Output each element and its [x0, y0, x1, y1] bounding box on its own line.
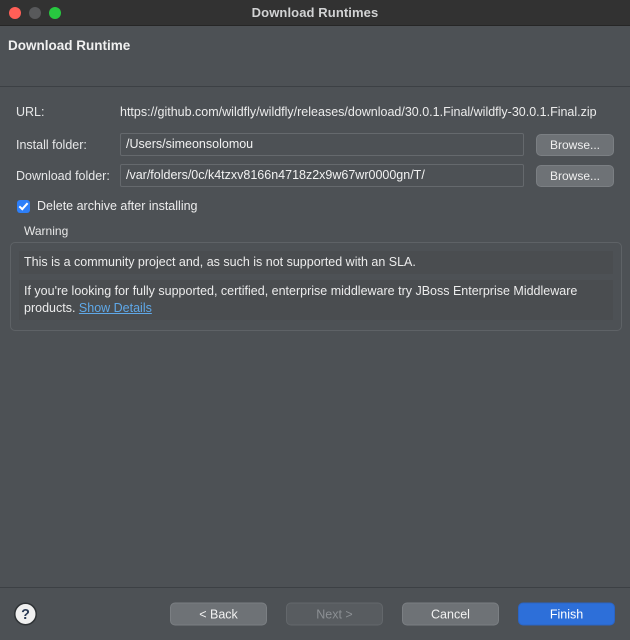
- svg-text:?: ?: [21, 607, 30, 623]
- close-button[interactable]: [9, 6, 21, 19]
- download-runtimes-dialog: Download Runtimes Download Runtime URL: …: [0, 0, 630, 640]
- warning-group-box: This is a community project and, as such…: [10, 242, 622, 331]
- delete-archive-checkbox[interactable]: [17, 199, 30, 213]
- download-folder-row: Download folder: Browse...: [16, 164, 614, 187]
- dialog-footer: ? < Back Next > Cancel Finish: [0, 587, 630, 640]
- download-folder-browse-button[interactable]: Browse...: [536, 164, 614, 187]
- warning-group: Warning This is a community project and,…: [10, 224, 622, 331]
- download-folder-label: Download folder:: [16, 168, 110, 183]
- url-row: URL: https://github.com/wildfly/wildfly/…: [16, 101, 614, 123]
- install-folder-label: Install folder:: [16, 137, 87, 152]
- page-title: Download Runtime: [8, 38, 131, 53]
- help-icon[interactable]: ?: [14, 602, 37, 626]
- warning-group-title: Warning: [24, 224, 69, 238]
- url-label: URL:: [16, 105, 45, 119]
- install-folder-input[interactable]: [120, 133, 524, 156]
- back-button[interactable]: < Back: [170, 602, 267, 626]
- title-bar: Download Runtimes: [0, 0, 630, 26]
- url-value: https://github.com/wildfly/wildfly/relea…: [120, 105, 597, 119]
- warning-line-2: If you're looking for fully supported, c…: [19, 280, 613, 320]
- dialog-body: URL: https://github.com/wildfly/wildfly/…: [0, 87, 630, 587]
- window-controls: [9, 0, 61, 25]
- wizard-button-bar: < Back Next > Cancel Finish: [170, 602, 615, 626]
- delete-archive-checkbox-row[interactable]: Delete archive after installing: [17, 199, 614, 213]
- warning-line-1: This is a community project and, as such…: [19, 251, 613, 274]
- download-form: URL: https://github.com/wildfly/wildfly/…: [0, 87, 630, 213]
- install-folder-browse-button[interactable]: Browse...: [536, 133, 614, 156]
- finish-button[interactable]: Finish: [518, 602, 615, 626]
- window-title: Download Runtimes: [251, 5, 379, 20]
- cancel-button[interactable]: Cancel: [402, 602, 499, 626]
- install-folder-row: Install folder: Browse...: [16, 133, 614, 156]
- download-folder-input[interactable]: [120, 164, 524, 187]
- dialog-header: Download Runtime: [0, 26, 630, 87]
- delete-archive-label: Delete archive after installing: [37, 199, 198, 213]
- next-button: Next >: [286, 602, 383, 626]
- minimize-button[interactable]: [29, 6, 41, 19]
- show-details-link[interactable]: Show Details: [79, 301, 152, 315]
- maximize-button[interactable]: [49, 6, 61, 19]
